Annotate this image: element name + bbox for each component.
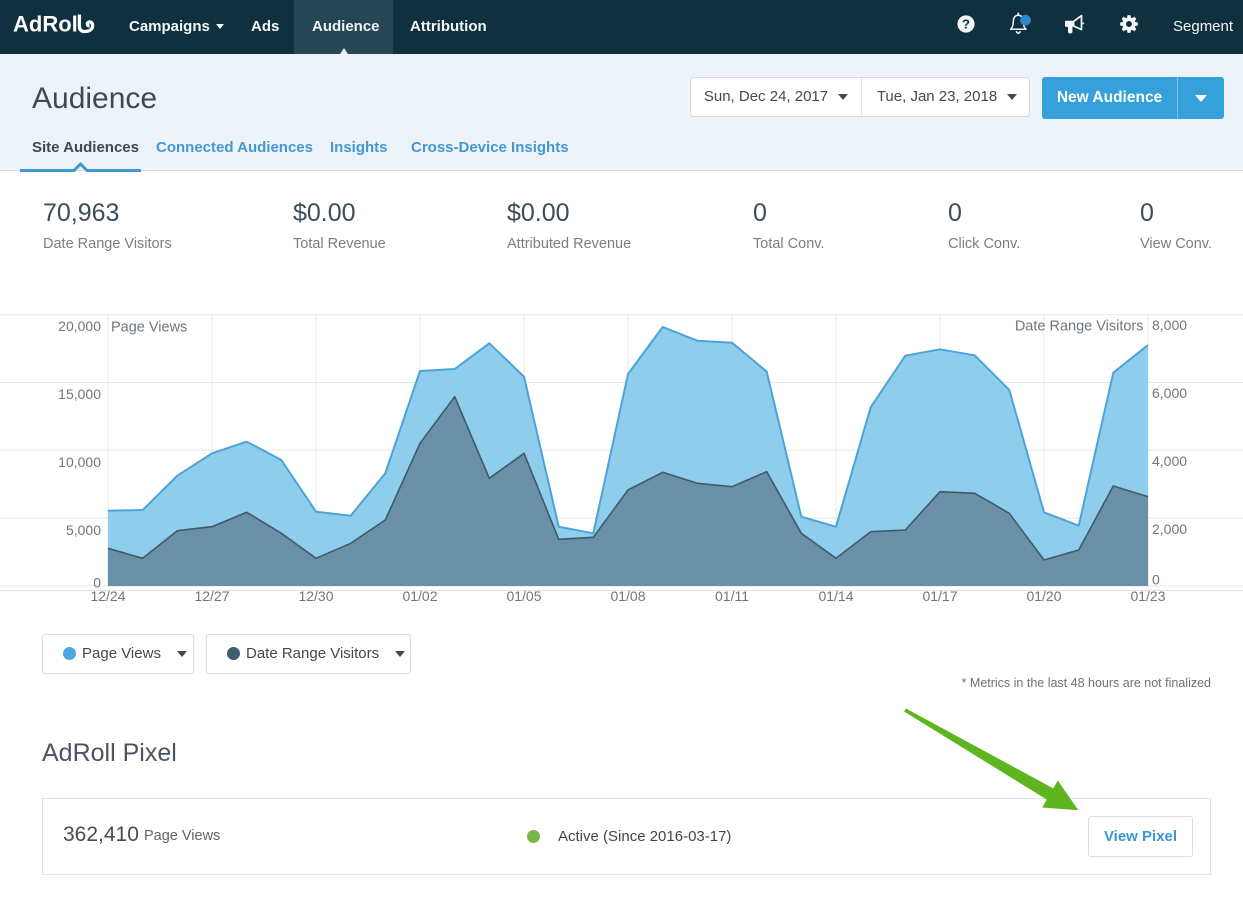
svg-text:10,000: 10,000	[58, 454, 101, 470]
svg-text:01/08: 01/08	[610, 588, 645, 604]
svg-text:Page Views: Page Views	[111, 320, 187, 336]
svg-text:01/17: 01/17	[922, 588, 957, 604]
svg-text:15,000: 15,000	[58, 386, 101, 402]
svg-text:01/05: 01/05	[506, 588, 541, 604]
svg-text:Date Range Visitors: Date Range Visitors	[1015, 319, 1144, 335]
svg-text:12/30: 12/30	[298, 588, 333, 604]
svg-text:8,000: 8,000	[1152, 317, 1187, 333]
svg-text:0: 0	[1152, 572, 1160, 588]
svg-text:?: ?	[962, 17, 970, 32]
svg-text:01/14: 01/14	[818, 588, 853, 604]
svg-text:01/20: 01/20	[1026, 588, 1061, 604]
svg-text:12/27: 12/27	[194, 588, 229, 604]
svg-text:20,000: 20,000	[58, 318, 101, 334]
svg-text:AdRol: AdRol	[13, 12, 78, 37]
svg-text:2,000: 2,000	[1152, 521, 1187, 537]
svg-text:12/24: 12/24	[90, 588, 125, 604]
svg-text:6,000: 6,000	[1152, 385, 1187, 401]
svg-text:01/11: 01/11	[715, 588, 749, 604]
svg-text:4,000: 4,000	[1152, 453, 1187, 469]
svg-text:5,000: 5,000	[66, 522, 101, 538]
svg-text:01/02: 01/02	[402, 588, 437, 604]
svg-text:01/23: 01/23	[1130, 588, 1165, 604]
